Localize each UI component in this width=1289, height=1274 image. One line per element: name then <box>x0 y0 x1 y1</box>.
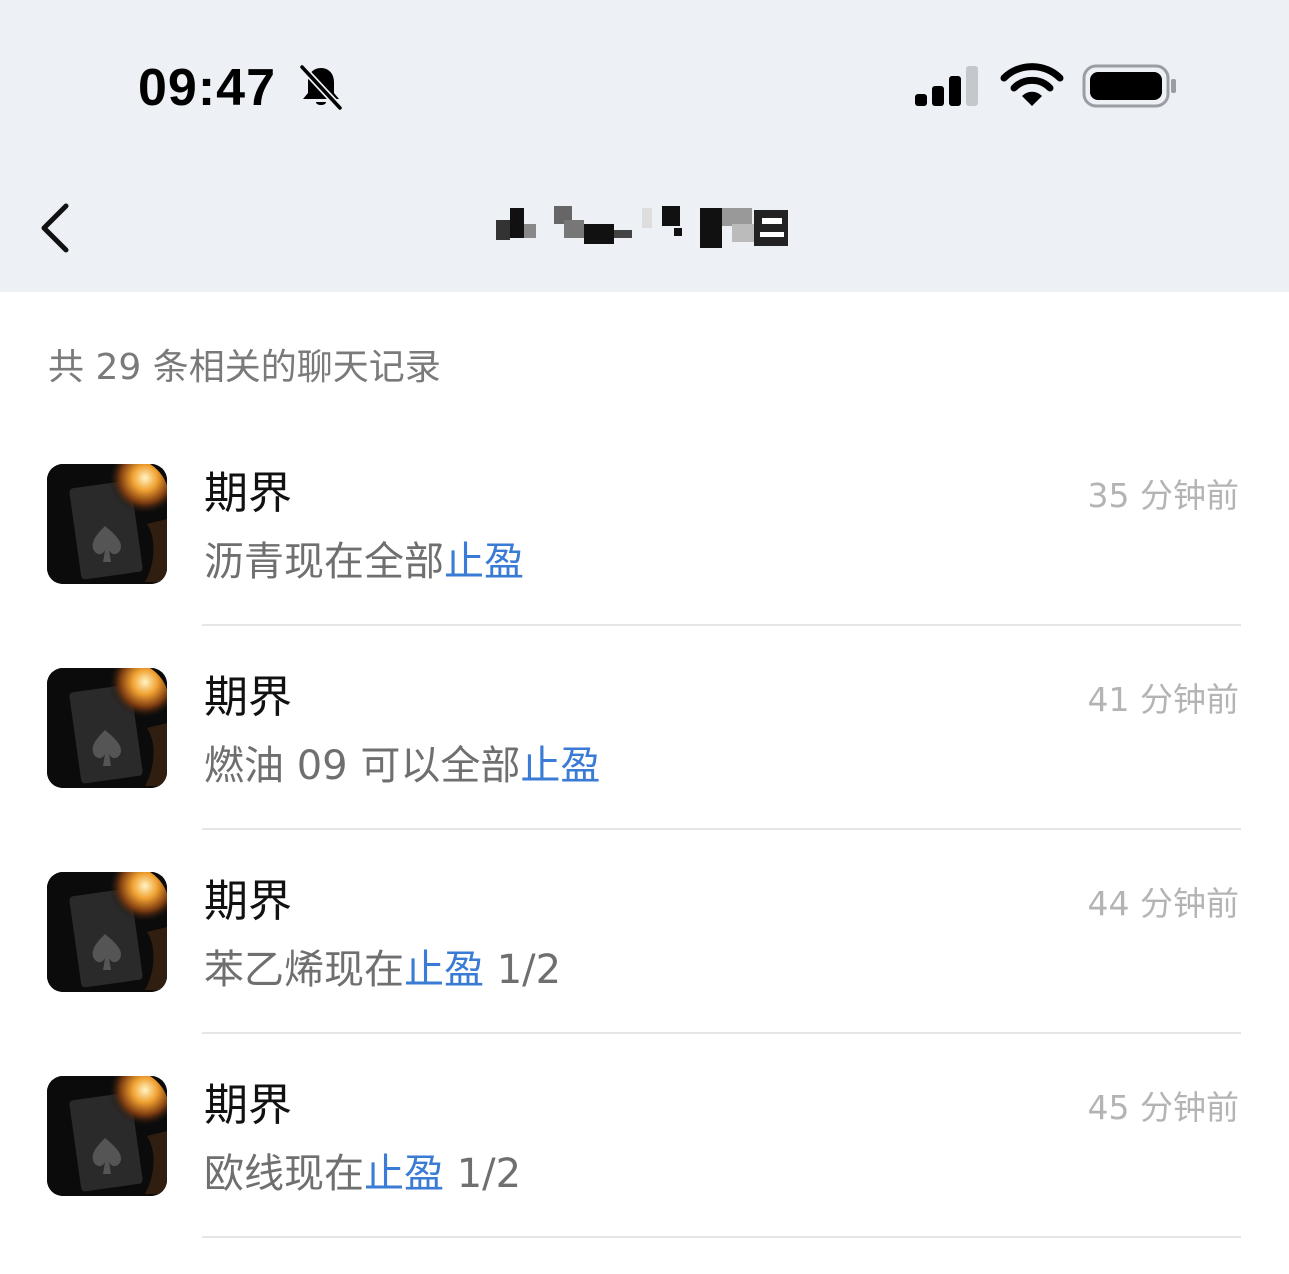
divider <box>202 624 1241 626</box>
keyword-highlight: 止盈 <box>404 947 484 993</box>
sender-name: 期界 <box>204 876 292 927</box>
avatar <box>47 464 167 584</box>
snippet-text-after: 1/2 <box>444 1151 522 1197</box>
snippet-text-after: 1/2 <box>484 947 562 993</box>
snippet-text: 沥青现在全部 <box>204 539 444 585</box>
divider <box>202 1236 1241 1238</box>
message-snippet: 沥青现在全部止盈 <box>204 534 524 590</box>
status-time: 09:47 <box>138 59 276 117</box>
sender-name: 期界 <box>204 672 292 723</box>
divider <box>202 828 1241 830</box>
avatar <box>47 872 167 992</box>
result-item[interactable]: 期界 41 分钟前 燃油 09 可以全部止盈 <box>0 668 1289 872</box>
header: 09:47 <box>0 0 1289 292</box>
keyword-highlight: 止盈 <box>364 1151 444 1197</box>
sender-name: 期界 <box>204 1080 292 1131</box>
result-count: 共 29 条相关的聊天记录 <box>48 347 441 388</box>
result-item[interactable]: 期界 45 分钟前 欧线现在止盈 1/2 <box>0 1076 1289 1274</box>
message-time: 41 分钟前 <box>1087 680 1239 719</box>
snippet-text: 燃油 09 可以全部 <box>204 743 521 789</box>
divider <box>202 1032 1241 1034</box>
keyword-highlight: 止盈 <box>444 539 524 585</box>
snippet-text: 欧线现在 <box>204 1151 364 1197</box>
avatar <box>47 1076 167 1196</box>
message-time: 44 分钟前 <box>1087 884 1239 923</box>
message-time: 45 分钟前 <box>1087 1088 1239 1127</box>
chat-title-redacted <box>496 206 788 248</box>
battery-icon <box>1082 64 1176 108</box>
message-snippet: 苯乙烯现在止盈 1/2 <box>204 942 561 998</box>
message-snippet: 燃油 09 可以全部止盈 <box>204 738 600 794</box>
snippet-text: 苯乙烯现在 <box>204 947 404 993</box>
bell-slash-icon <box>299 64 343 111</box>
message-time: 35 分钟前 <box>1087 476 1239 515</box>
result-item[interactable]: 期界 44 分钟前 苯乙烯现在止盈 1/2 <box>0 872 1289 1076</box>
wifi-icon <box>1000 63 1064 106</box>
keyword-highlight: 止盈 <box>520 743 601 789</box>
result-item[interactable]: 期界 35 分钟前 沥青现在全部止盈 <box>0 464 1289 668</box>
search-results-screen: 09:47 共 29 条相关的聊天记录 期界 35 分钟前 沥青现在全部止盈 期… <box>0 0 1289 1274</box>
avatar <box>47 668 167 788</box>
back-chevron-icon[interactable] <box>30 196 86 260</box>
sender-name: 期界 <box>204 468 292 519</box>
message-snippet: 欧线现在止盈 1/2 <box>204 1146 521 1202</box>
cellular-signal-icon <box>915 66 978 106</box>
